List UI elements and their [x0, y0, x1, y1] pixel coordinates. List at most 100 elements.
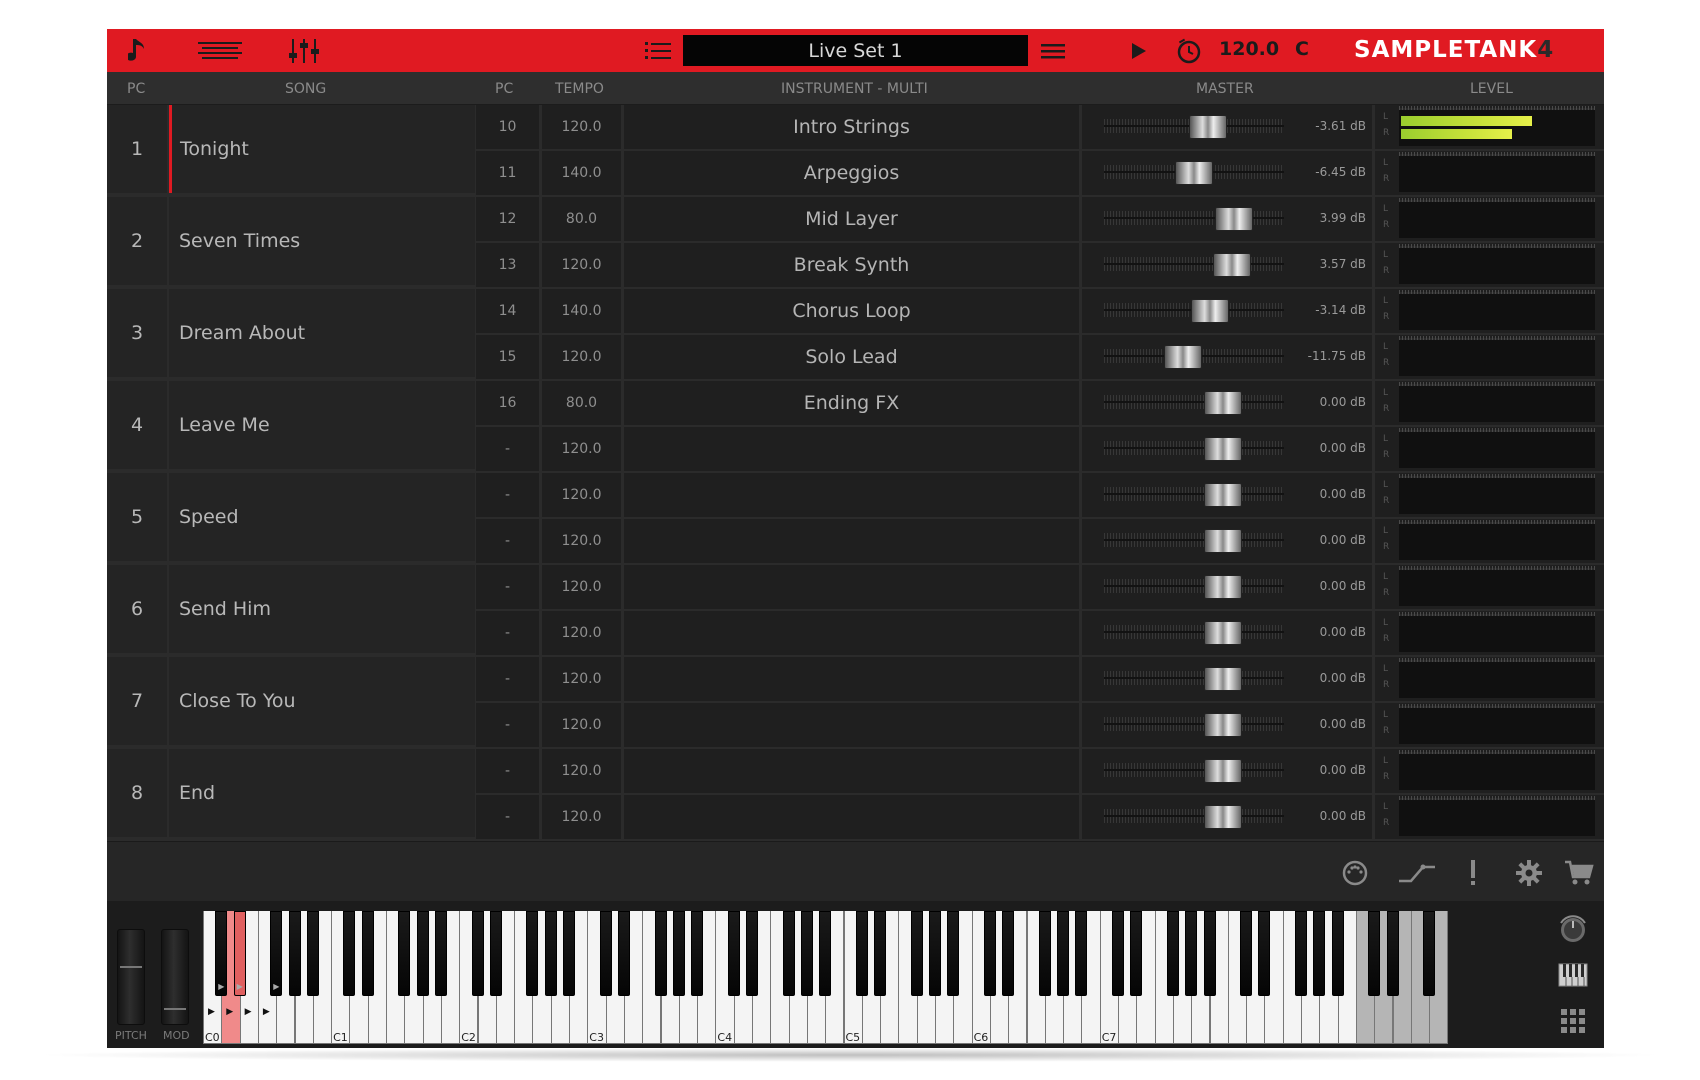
black-key[interactable] [306, 911, 319, 996]
black-key[interactable] [617, 911, 630, 996]
slot-row[interactable]: -120.0 0.00 dB L R [476, 703, 1604, 749]
slot-tempo[interactable]: 140.0 [542, 151, 621, 195]
black-key[interactable] [599, 911, 612, 996]
slot-instrument[interactable]: Mid Layer [624, 197, 1079, 241]
slot-pc[interactable]: - [476, 565, 539, 609]
slot-row[interactable]: 12 80.0 Mid Layer 3.99 dB L R [476, 197, 1604, 243]
slot-row[interactable]: -120.0 0.00 dB L R [476, 657, 1604, 703]
slot-instrument[interactable] [624, 749, 1079, 793]
fader-knob[interactable] [1175, 161, 1213, 185]
black-key[interactable] [819, 911, 832, 996]
black-key[interactable] [1130, 911, 1143, 996]
slot-row[interactable]: 14 140.0 Chorus Loop -3.14 dB L R [476, 289, 1604, 335]
black-key[interactable] [1038, 911, 1051, 996]
slot-tempo[interactable]: 80.0 [542, 381, 621, 425]
black-key[interactable] [800, 911, 813, 996]
slot-row[interactable]: 13 120.0 Break Synth 3.57 dB L R [476, 243, 1604, 289]
slot-row[interactable]: -120.0 0.00 dB L R [476, 795, 1604, 841]
fader-track[interactable] [1104, 441, 1284, 455]
song-row[interactable]: 4 Leave Me [107, 381, 475, 471]
pitch-wheel[interactable] [117, 929, 145, 1025]
fader-knob[interactable] [1203, 483, 1242, 507]
black-key[interactable] [288, 911, 301, 996]
black-key[interactable] [654, 911, 667, 996]
slot-tempo[interactable]: 120.0 [542, 795, 621, 839]
black-key[interactable] [398, 911, 411, 996]
mixer-sliders-icon[interactable] [287, 35, 321, 67]
black-key[interactable] [947, 911, 960, 996]
black-key[interactable]: ▶ [233, 911, 246, 996]
slot-pc[interactable]: 11 [476, 151, 539, 195]
menu-icon[interactable] [1041, 35, 1065, 67]
fader-track[interactable] [1104, 579, 1284, 593]
black-key[interactable] [526, 911, 539, 996]
slot-tempo[interactable]: 120.0 [542, 243, 621, 287]
fader-knob[interactable] [1191, 299, 1230, 323]
black-key[interactable] [1002, 911, 1015, 996]
song-row[interactable]: 1 Tonight [107, 105, 475, 195]
tempo-display[interactable]: 120.0 [1219, 38, 1279, 60]
fader-knob[interactable] [1203, 529, 1242, 553]
fader-knob[interactable] [1212, 253, 1251, 277]
slot-tempo[interactable]: 120.0 [542, 703, 621, 747]
gear-icon[interactable] [1513, 857, 1545, 889]
piano-keys-icon[interactable] [1557, 959, 1589, 991]
black-key[interactable] [691, 911, 704, 996]
slot-tempo[interactable]: 120.0 [542, 335, 621, 379]
black-key[interactable] [672, 911, 685, 996]
live-set-title[interactable]: Live Set 1 [683, 35, 1028, 66]
slot-row[interactable]: -120.0 0.00 dB L R [476, 427, 1604, 473]
black-key[interactable] [983, 911, 996, 996]
black-key[interactable] [434, 911, 447, 996]
slot-row[interactable]: 16 80.0 Ending FX 0.00 dB L R [476, 381, 1604, 427]
slot-tempo[interactable]: 120.0 [542, 565, 621, 609]
fader-knob[interactable] [1203, 621, 1242, 645]
slot-tempo[interactable]: 120.0 [542, 657, 621, 701]
slot-instrument[interactable]: Ending FX [624, 381, 1079, 425]
fader-knob[interactable] [1214, 207, 1253, 231]
black-key[interactable]: ▶ [215, 911, 228, 996]
black-key[interactable] [544, 911, 557, 996]
fader-track[interactable] [1104, 671, 1284, 685]
black-key[interactable] [1240, 911, 1253, 996]
slot-pc[interactable]: 13 [476, 243, 539, 287]
slot-pc[interactable]: - [476, 473, 539, 517]
black-key[interactable] [929, 911, 941, 996]
slot-instrument[interactable] [624, 611, 1079, 655]
song-row[interactable]: 3 Dream About [107, 289, 475, 379]
black-key[interactable] [1331, 911, 1344, 996]
slot-pc[interactable]: - [476, 519, 539, 563]
note-icon[interactable] [127, 35, 147, 67]
black-key[interactable] [1203, 911, 1216, 996]
slot-pc[interactable]: 10 [476, 105, 539, 149]
key-display[interactable]: C [1295, 38, 1309, 60]
slot-tempo[interactable]: 140.0 [542, 289, 621, 333]
slot-row[interactable]: -120.0 0.00 dB L R [476, 519, 1604, 565]
fader-knob[interactable] [1203, 759, 1242, 783]
black-key[interactable] [1075, 911, 1088, 996]
slot-tempo[interactable]: 120.0 [542, 473, 621, 517]
fader-track[interactable] [1104, 809, 1284, 823]
song-row[interactable]: 2 Seven Times [107, 197, 475, 287]
slot-instrument[interactable] [624, 703, 1079, 747]
black-key[interactable] [489, 911, 502, 996]
black-key[interactable] [1057, 911, 1070, 996]
slot-instrument[interactable]: Break Synth [624, 243, 1079, 287]
black-key[interactable] [1112, 911, 1124, 996]
fader-track[interactable] [1104, 533, 1284, 547]
alert-icon[interactable] [1457, 857, 1489, 889]
slot-instrument[interactable] [624, 657, 1079, 701]
black-key[interactable] [343, 911, 356, 996]
slot-row[interactable]: -120.0 0.00 dB L R [476, 565, 1604, 611]
slot-instrument[interactable]: Arpeggios [624, 151, 1079, 195]
black-key[interactable] [782, 911, 795, 996]
slot-row[interactable]: 10 120.0 Intro Strings -3.61 dB L R [476, 105, 1604, 151]
slot-pc[interactable]: - [476, 657, 539, 701]
slot-tempo[interactable]: 120.0 [542, 611, 621, 655]
black-key[interactable] [727, 911, 740, 996]
black-key[interactable] [471, 911, 484, 996]
slot-row[interactable]: 15 120.0 Solo Lead -11.75 dB L R [476, 335, 1604, 381]
slot-pc[interactable]: - [476, 795, 539, 839]
black-key[interactable] [361, 911, 374, 996]
slot-instrument[interactable] [624, 519, 1079, 563]
